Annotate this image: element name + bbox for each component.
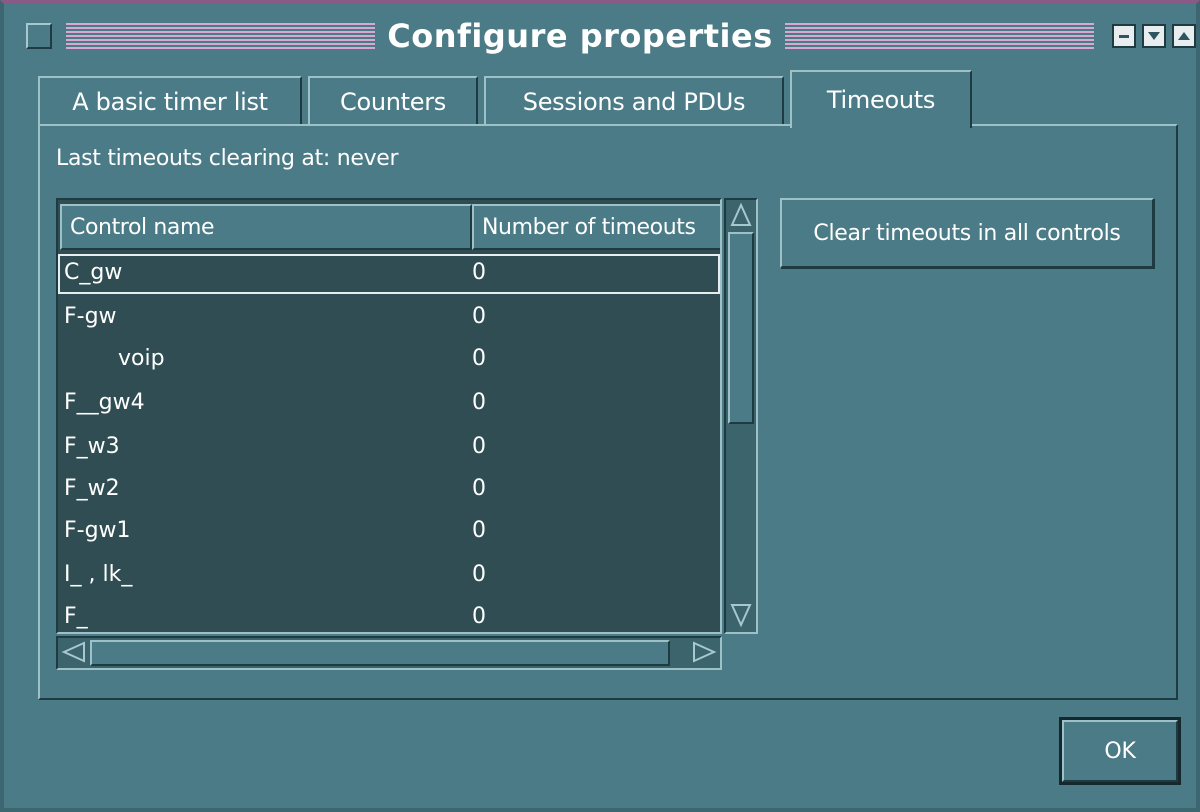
timeout-count-cell: 0 (472, 604, 486, 629)
chevron-up-icon[interactable] (1172, 24, 1196, 48)
vertical-scrollbar[interactable] (724, 198, 758, 634)
control-name-cell: F_w2 (64, 476, 120, 501)
column-header-number-of-timeouts[interactable]: Number of timeouts (472, 204, 720, 250)
control-name-cell: F_w3 (64, 434, 120, 459)
title-stripes-right (784, 23, 1094, 49)
vertical-scroll-thumb[interactable] (728, 232, 754, 424)
chevron-down-icon[interactable] (1142, 24, 1166, 48)
tab-basic-timer-list[interactable]: A basic timer list (38, 76, 302, 126)
timeout-count-cell: 0 (472, 346, 486, 371)
horizontal-scrollbar[interactable] (56, 636, 722, 670)
control-name-cell: C_gw (64, 260, 123, 285)
minimize-icon[interactable] (1112, 24, 1136, 48)
horizontal-scroll-thumb[interactable] (90, 640, 670, 666)
timeout-count-cell: 0 (472, 390, 486, 415)
title-stripes-left (66, 23, 376, 49)
tab-label: Counters (339, 88, 446, 116)
table-row[interactable]: F_w2 0 (58, 470, 720, 510)
control-name-cell: I_ , lk_ (64, 562, 133, 587)
clear-timeouts-button[interactable]: Clear timeouts in all controls (780, 198, 1154, 268)
ok-button[interactable]: OK (1059, 717, 1181, 785)
scroll-down-icon[interactable] (728, 602, 754, 630)
scroll-right-icon[interactable] (690, 640, 718, 666)
control-name-cell: voip (118, 346, 165, 371)
column-header-control-name[interactable]: Control name (60, 204, 472, 250)
table-row[interactable]: F-gw1 0 (58, 512, 720, 552)
control-name-cell: F-gw (64, 304, 117, 329)
tab-sessions-and-pdus[interactable]: Sessions and PDUs (484, 76, 784, 126)
title-bar[interactable]: Configure properties (16, 12, 1196, 60)
table-row[interactable]: voip 0 (58, 340, 720, 380)
table-row[interactable]: F-gw 0 (58, 298, 720, 338)
tab-label: Timeouts (826, 86, 936, 114)
timeout-count-cell: 0 (472, 476, 486, 501)
timeout-count-cell: 0 (472, 260, 486, 285)
last-cleared-label: Last timeouts clearing at: never (56, 146, 399, 171)
table-row[interactable]: F__gw4 0 (58, 384, 720, 424)
tab-counters[interactable]: Counters (308, 76, 478, 126)
control-name-cell: F-gw1 (64, 518, 131, 543)
timeout-count-cell: 0 (472, 562, 486, 587)
control-name-cell: F__gw4 (64, 390, 145, 415)
window-menu-button[interactable] (26, 23, 52, 49)
tab-timeouts[interactable]: Timeouts (790, 70, 972, 128)
window-title: Configure properties (387, 17, 773, 55)
table-row[interactable]: I_ , lk_ 0 (58, 556, 720, 596)
tab-label: Sessions and PDUs (522, 88, 746, 116)
timeout-count-cell: 0 (472, 434, 486, 459)
scroll-up-icon[interactable] (728, 202, 754, 230)
list-header: Control name Number of timeouts (60, 204, 720, 250)
table-row[interactable]: C_gw 0 (58, 254, 720, 294)
scroll-left-icon[interactable] (60, 640, 88, 666)
timeout-count-cell: 0 (472, 304, 486, 329)
timeout-count-cell: 0 (472, 518, 486, 543)
table-row[interactable]: F_w3 0 (58, 428, 720, 468)
control-name-cell: F_ (64, 604, 88, 629)
timeouts-list[interactable]: Control name Number of timeouts C_gw 0 F… (56, 198, 722, 634)
tab-label: A basic timer list (72, 88, 268, 116)
table-row[interactable]: F_ 0 (58, 598, 720, 632)
